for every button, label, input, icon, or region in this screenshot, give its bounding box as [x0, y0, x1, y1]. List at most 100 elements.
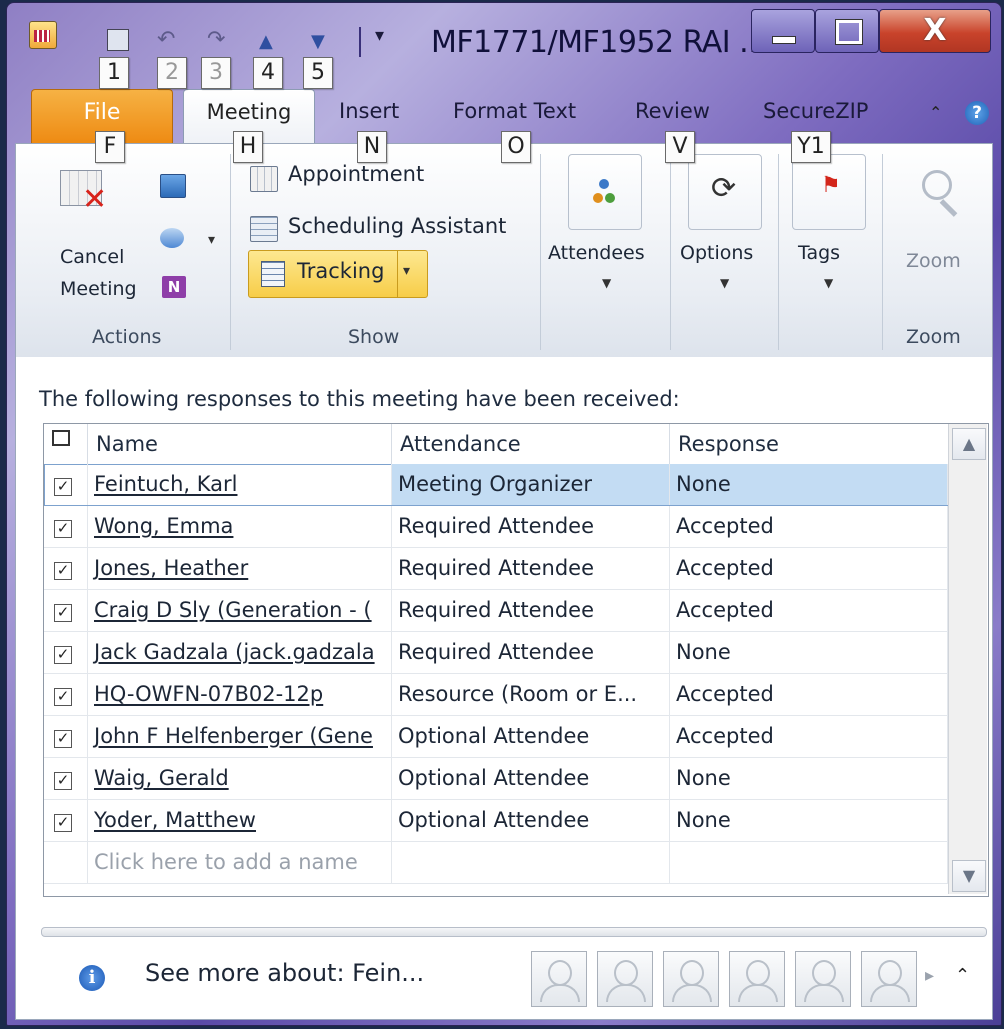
expand-people-pane-icon[interactable]: ⌃	[955, 965, 970, 986]
scroll-up-icon[interactable]: ▲	[952, 428, 986, 460]
calendar-app-icon[interactable]	[29, 21, 57, 49]
avatar[interactable]	[597, 951, 653, 1007]
next-arrow-icon[interactable]: ▸	[925, 965, 934, 986]
include-checkbox[interactable]: ✓	[44, 506, 88, 547]
include-checkbox[interactable]: ✓	[44, 632, 88, 673]
attendance-value[interactable]: Optional Attendee	[392, 800, 670, 841]
attendee-name[interactable]: Wong, Emma	[88, 506, 392, 547]
forward-dropdown-icon[interactable]: ▾	[208, 232, 215, 248]
zoom-button[interactable]: Zoom	[906, 250, 961, 272]
undo-icon[interactable]: ↶	[157, 27, 175, 52]
attendee-name[interactable]: Jones, Heather	[88, 548, 392, 589]
include-checkbox[interactable]: ✓	[44, 464, 88, 505]
avatar[interactable]	[861, 951, 917, 1007]
table-row[interactable]: ✓ Yoder, Matthew Optional Attendee None	[44, 800, 948, 842]
attendee-name[interactable]: Jack Gadzala (jack.gadzala	[88, 632, 392, 673]
people-pane-splitter[interactable]	[41, 927, 987, 937]
redo-icon[interactable]: ↷	[207, 27, 225, 52]
group-separator	[670, 154, 671, 350]
close-button[interactable]: X	[879, 9, 991, 53]
attendees-button[interactable]	[568, 154, 642, 230]
see-more-link[interactable]: See more about: Fein...	[145, 959, 424, 987]
column-response[interactable]: Response	[670, 424, 948, 464]
table-row[interactable]: ✓ Jack Gadzala (jack.gadzala Required At…	[44, 632, 948, 674]
options-label[interactable]: Options	[680, 242, 753, 264]
attendance-value[interactable]: Resource (Room or E...	[392, 674, 670, 715]
tags-label[interactable]: Tags	[798, 242, 840, 264]
include-checkbox[interactable]: ✓	[44, 758, 88, 799]
vertical-scrollbar[interactable]: ▲ ▼	[948, 424, 987, 894]
attendee-name[interactable]: Yoder, Matthew	[88, 800, 392, 841]
include-checkbox[interactable]: ✓	[44, 674, 88, 715]
address-book-icon[interactable]	[160, 174, 186, 198]
attendance-value[interactable]: Optional Attendee	[392, 758, 670, 799]
include-checkbox[interactable]: ✓	[44, 548, 88, 589]
table-row[interactable]: ✓ Waig, Gerald Optional Attendee None	[44, 758, 948, 800]
attendee-name[interactable]: Feintuch, Karl	[88, 464, 392, 505]
add-attendee-row[interactable]: Click here to add a name	[44, 842, 948, 884]
options-dropdown-icon[interactable]: ▼	[720, 276, 729, 290]
title-bar: 1 2 3 4 5 ↶ ↷ ▲ ▼ ▾ MF1771/MF1952 RAI ..…	[7, 3, 1001, 103]
attendee-name[interactable]: HQ-OWFN-07B02-12p	[88, 674, 392, 715]
appointment-icon	[250, 166, 278, 192]
appointment-button[interactable]: Appointment	[288, 162, 424, 186]
attendance-value[interactable]: Required Attendee	[392, 548, 670, 589]
avatar[interactable]	[531, 951, 587, 1007]
attendees-label[interactable]: Attendees	[548, 242, 645, 264]
forward-icon[interactable]	[160, 228, 184, 248]
scroll-down-icon[interactable]: ▼	[952, 860, 986, 892]
column-name[interactable]: Name	[88, 424, 392, 464]
avatar[interactable]	[663, 951, 719, 1007]
table-row[interactable]: ✓ Jones, Heather Required Attendee Accep…	[44, 548, 948, 590]
save-icon[interactable]	[107, 29, 129, 51]
onenote-icon[interactable]: N	[162, 276, 186, 298]
scheduling-assistant-button[interactable]: Scheduling Assistant	[288, 214, 506, 238]
down-arrow-icon[interactable]: ▼	[311, 31, 325, 52]
close-icon: X	[923, 13, 947, 48]
keytip-review: V	[665, 131, 695, 163]
maximize-icon	[835, 19, 863, 45]
table-row[interactable]: ✓ John F Helfenberger (Gene Optional Att…	[44, 716, 948, 758]
attendee-name[interactable]: Craig D Sly (Generation - (	[88, 590, 392, 631]
include-checkbox[interactable]: ✓	[44, 800, 88, 841]
include-checkbox[interactable]: ✓	[44, 590, 88, 631]
table-row[interactable]: ✓ Wong, Emma Required Attendee Accepted	[44, 506, 948, 548]
table-row[interactable]: ✓ Craig D Sly (Generation - ( Required A…	[44, 590, 948, 632]
keytip-format-text: O	[501, 131, 531, 163]
tracking-dropdown-icon[interactable]: ▾	[403, 263, 410, 279]
tags-button[interactable]: ⚑	[792, 154, 866, 230]
column-attendance[interactable]: Attendance	[392, 424, 670, 464]
attendance-value[interactable]: Required Attendee	[392, 590, 670, 631]
flag-icon: ⚑	[821, 173, 841, 198]
tracking-caption: The following responses to this meeting …	[39, 387, 680, 411]
add-name-input[interactable]: Click here to add a name	[88, 842, 392, 883]
tab-insert[interactable]: Insert	[339, 99, 399, 123]
attendee-name[interactable]: Waig, Gerald	[88, 758, 392, 799]
avatar[interactable]	[729, 951, 785, 1007]
tab-securezip[interactable]: SecureZIP	[763, 99, 868, 123]
attendee-name[interactable]: John F Helfenberger (Gene	[88, 716, 392, 757]
attendance-value[interactable]: Meeting Organizer	[392, 464, 670, 505]
customize-qat-icon[interactable]: ▾	[375, 25, 384, 46]
tracking-button[interactable]: Tracking ▾	[248, 250, 428, 298]
attendees-dropdown-icon[interactable]: ▼	[602, 276, 611, 290]
tags-dropdown-icon[interactable]: ▼	[824, 276, 833, 290]
include-checkbox[interactable]: ✓	[44, 716, 88, 757]
help-icon[interactable]: ?	[965, 101, 989, 125]
minimize-button[interactable]	[751, 9, 815, 53]
table-row[interactable]: ✓ HQ-OWFN-07B02-12p Resource (Room or E.…	[44, 674, 948, 716]
tab-format-text[interactable]: Format Text	[453, 99, 576, 123]
options-button[interactable]: ⟳	[688, 154, 762, 230]
attendance-value[interactable]: Required Attendee	[392, 632, 670, 673]
up-arrow-icon[interactable]: ▲	[259, 31, 273, 52]
attendance-value[interactable]: Optional Attendee	[392, 716, 670, 757]
maximize-button[interactable]	[815, 9, 879, 53]
minimize-ribbon-icon[interactable]: ⌃	[929, 103, 942, 122]
response-type-header-icon[interactable]	[44, 424, 88, 464]
tab-review[interactable]: Review	[635, 99, 710, 123]
table-row[interactable]: ✓ Feintuch, Karl Meeting Organizer None	[44, 464, 948, 506]
cancel-meeting-label-2[interactable]: Meeting	[60, 278, 137, 300]
avatar[interactable]	[795, 951, 851, 1007]
attendance-value[interactable]: Required Attendee	[392, 506, 670, 547]
cancel-meeting-label-1[interactable]: Cancel	[60, 246, 124, 268]
